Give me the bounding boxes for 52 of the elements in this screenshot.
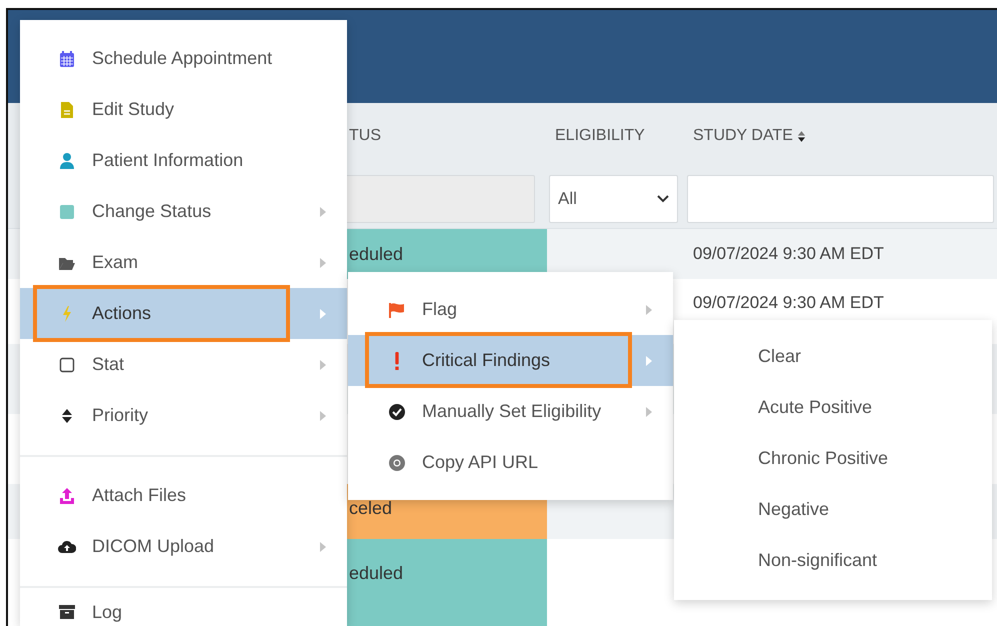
menu-item[interactable]: Edit Study [20, 84, 347, 135]
menu-item[interactable]: Schedule Appointment [20, 33, 347, 84]
filter-input[interactable] [687, 174, 994, 222]
calendar-icon [58, 50, 76, 68]
document-icon [58, 100, 76, 118]
caret-icon [320, 308, 326, 318]
menu-item[interactable]: Flag [348, 284, 673, 335]
sort-icon[interactable] [796, 130, 806, 142]
menu-item[interactable]: Non-significant [674, 535, 992, 586]
status-text: eduled [348, 244, 404, 264]
status-text: celed [348, 498, 392, 519]
menu-item[interactable]: Chronic Positive [674, 433, 992, 484]
check-circle-icon [388, 402, 406, 420]
menu-item[interactable]: Log [20, 590, 347, 626]
menu-item[interactable]: Stat [20, 339, 347, 390]
chevron-down-icon [657, 194, 669, 202]
caret-icon [646, 406, 652, 416]
circle-logo-icon [388, 454, 406, 472]
person-icon [58, 152, 76, 170]
exclamation-icon [395, 352, 399, 370]
filter-dropdown[interactable]: All [549, 174, 678, 222]
menu-item[interactable]: DICOM Upload [20, 521, 347, 572]
caret-icon [646, 356, 652, 366]
caret-icon [320, 206, 326, 216]
menu-item[interactable]: Negative [674, 484, 992, 535]
caret-icon [320, 542, 326, 552]
square-icon [58, 202, 76, 220]
menu-item[interactable]: Actions [20, 288, 347, 339]
status-text: eduled [348, 563, 404, 584]
menu-item[interactable]: Attach Files [20, 470, 347, 521]
caret-icon [320, 258, 326, 268]
checkbox-icon [58, 356, 76, 374]
menu-item[interactable]: Acute Positive [674, 382, 992, 433]
caret-icon [320, 410, 326, 420]
menu-item[interactable]: Change Status [20, 186, 347, 237]
menu-item[interactable]: Manually Set Eligibility [348, 386, 673, 437]
menu-item[interactable]: Critical Findings [348, 335, 673, 386]
study-date: 09/07/2024 9:30 AM EDT [692, 244, 884, 264]
archive-icon [58, 603, 76, 621]
menu-item[interactable]: Copy API URL [348, 437, 673, 488]
study-date: 09/07/2024 9:30 AM EDT [692, 293, 884, 313]
caret-icon [646, 304, 652, 314]
menu-item[interactable]: Patient Information [20, 135, 347, 186]
column-header[interactable]: STUDY DATE [693, 127, 793, 145]
column-header[interactable]: TUS [349, 127, 381, 145]
upload-icon [58, 486, 76, 504]
column-header[interactable]: ELIGIBILITY [555, 127, 645, 145]
caret-icon [320, 360, 326, 370]
menu-item[interactable]: Priority [20, 390, 347, 441]
flag-icon [388, 300, 406, 318]
menu-item[interactable]: Clear [674, 331, 992, 382]
menu-item[interactable]: Exam [20, 237, 347, 288]
